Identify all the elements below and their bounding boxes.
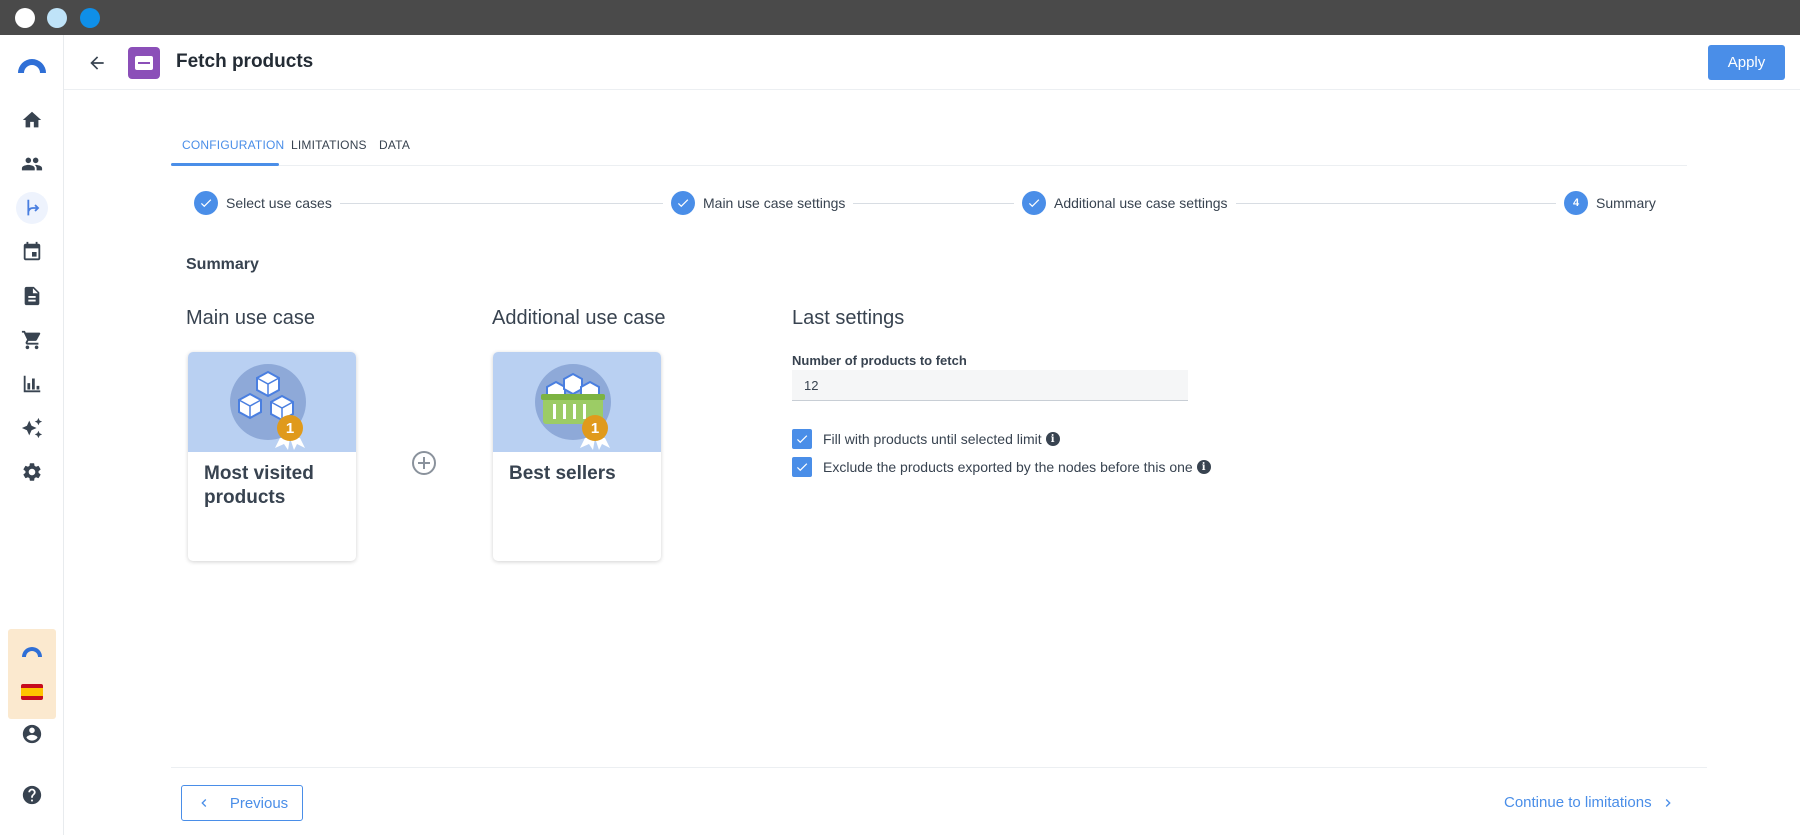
window-minimize-button[interactable] [47, 8, 67, 28]
additional-use-case-title: Additional use case [492, 307, 666, 329]
help-icon[interactable] [16, 779, 48, 811]
spain-flag-icon [21, 684, 43, 700]
arrow-left-icon [90, 56, 104, 70]
additional-use-case-card[interactable]: 1 Best sellers [493, 352, 661, 561]
add-circle-icon [412, 451, 436, 475]
workspace-switcher[interactable] [8, 629, 56, 719]
checkbox-label: Exclude the products exported by the nod… [823, 459, 1193, 475]
continue-to-limitations-link[interactable]: Continue to limitations [1504, 794, 1676, 811]
previous-label: Previous [229, 794, 289, 812]
check-icon [194, 191, 218, 215]
step-additional-use-case-settings[interactable]: Additional use case settings [1014, 191, 1236, 215]
window-titlebar [0, 0, 1800, 35]
home-icon[interactable] [16, 104, 48, 136]
cart-icon[interactable] [16, 324, 48, 356]
stepper: Select use cases Main use case settings … [194, 191, 1656, 217]
window-maximize-button[interactable] [80, 8, 100, 28]
active-tab-indicator [171, 163, 279, 166]
tab-data[interactable]: DATA [379, 138, 410, 152]
info-icon[interactable]: i [1045, 432, 1060, 446]
tab-bar: CONFIGURATION LIMITATIONS DATA [171, 126, 1687, 166]
flow-icon[interactable] [16, 192, 48, 224]
summary-heading: Summary [186, 256, 259, 273]
tab-limitations[interactable]: LIMITATIONS [291, 138, 367, 152]
back-button[interactable] [84, 50, 110, 76]
fill-products-option: Fill with products until selected limit … [792, 429, 1060, 449]
rank-badge: 1 [286, 420, 294, 437]
gear-icon[interactable] [16, 456, 48, 488]
step-label: Main use case settings [703, 195, 846, 211]
checkbox-label: Fill with products until selected limit [823, 431, 1042, 447]
check-icon [1022, 191, 1046, 215]
app-logo-icon[interactable] [14, 49, 50, 85]
calendar-icon[interactable] [16, 236, 48, 268]
step-label: Select use cases [226, 195, 332, 211]
info-icon[interactable]: i [1196, 460, 1211, 474]
check-icon [671, 191, 695, 215]
step-select-use-cases[interactable]: Select use cases [194, 191, 340, 215]
number-of-products-input[interactable] [792, 370, 1188, 401]
step-label: Additional use case settings [1054, 195, 1228, 211]
step-number: 4 [1564, 191, 1588, 215]
window-close-button[interactable] [15, 8, 35, 28]
chevron-left-icon [201, 799, 207, 807]
step-connector [1204, 203, 1584, 204]
use-case-name: Most visited products [204, 463, 314, 508]
continue-label: Continue to limitations [1504, 794, 1652, 811]
best-sellers-illustration-icon: 1 [535, 364, 611, 450]
people-icon[interactable] [16, 148, 48, 180]
page-header: Fetch products Apply [64, 35, 1800, 90]
step-label: Summary [1596, 195, 1656, 211]
workspace-logo-icon [22, 647, 42, 657]
exclude-products-checkbox[interactable] [792, 457, 812, 477]
chevron-right-icon [1665, 798, 1671, 807]
card-illustration: 1 [188, 352, 356, 452]
chart-icon[interactable] [16, 368, 48, 400]
main-use-case-card[interactable]: 1 Most visited products [188, 352, 356, 561]
wizard-footer: Previous Continue to limitations [171, 767, 1707, 835]
use-case-name: Best sellers [509, 463, 616, 484]
rank-badge: 1 [591, 420, 599, 437]
sidebar [0, 35, 64, 835]
tab-configuration[interactable]: CONFIGURATION [182, 138, 284, 152]
fetch-products-node-icon [128, 47, 160, 79]
sparkle-icon[interactable] [16, 412, 48, 444]
apply-button[interactable]: Apply [1708, 45, 1785, 80]
exclude-products-option: Exclude the products exported by the nod… [792, 457, 1211, 477]
most-visited-illustration-icon: 1 [230, 364, 306, 450]
account-icon[interactable] [16, 718, 48, 750]
document-icon[interactable] [16, 280, 48, 312]
fill-products-checkbox[interactable] [792, 429, 812, 449]
page-title: Fetch products [176, 51, 314, 72]
main-use-case-title: Main use case [186, 307, 315, 329]
step-summary[interactable]: 4 Summary [1556, 191, 1656, 215]
previous-button[interactable]: Previous [181, 785, 303, 821]
number-of-products-label: Number of products to fetch [792, 353, 967, 368]
card-illustration: 1 [493, 352, 661, 452]
step-main-use-case-settings[interactable]: Main use case settings [663, 191, 854, 215]
last-settings-title: Last settings [792, 307, 905, 329]
